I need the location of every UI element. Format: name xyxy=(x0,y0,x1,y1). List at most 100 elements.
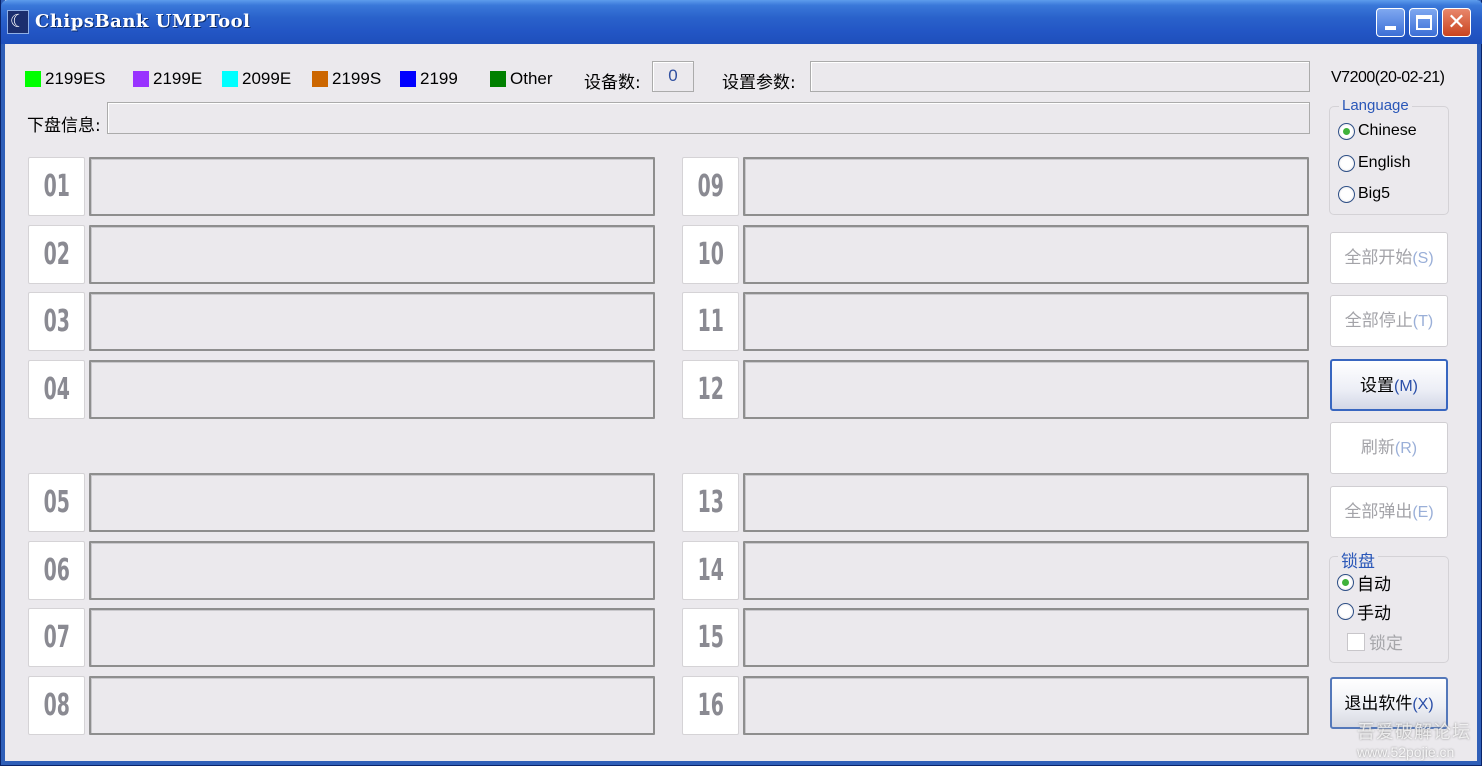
slot-number-10: 10 xyxy=(682,225,739,284)
lock-checkbox[interactable]: 锁定 xyxy=(1347,629,1403,654)
close-icon: ✕ xyxy=(1447,10,1466,35)
slot-status-box-03 xyxy=(89,292,655,351)
settings-params-label: 设置参数: xyxy=(722,73,796,93)
slot-number-02: 02 xyxy=(28,225,85,284)
button-accel: (S) xyxy=(1412,250,1434,267)
language-group-title: Language xyxy=(1339,97,1412,114)
slot-status-box-14 xyxy=(743,541,1309,600)
slot-status-box-10 xyxy=(743,225,1309,284)
slot-number-label: 03 xyxy=(43,304,70,339)
button-accel: (R) xyxy=(1394,440,1418,457)
slot-status-box-02 xyxy=(89,225,655,284)
slot-status-box-11 xyxy=(743,292,1309,351)
slot-status-box-04 xyxy=(89,360,655,419)
slot-status-box-01 xyxy=(89,157,655,216)
watermark-line2: www.52pojie.cn xyxy=(1357,744,1455,760)
button-accel: (E) xyxy=(1412,504,1434,521)
slot-number-06: 06 xyxy=(28,541,85,600)
slot-number-label: 05 xyxy=(43,485,70,520)
slot-number-label: 14 xyxy=(697,553,724,588)
device-count-field: 0 xyxy=(652,61,694,92)
slot-number-label: 07 xyxy=(43,620,70,655)
button-accel: (X) xyxy=(1412,696,1434,713)
radio-label: Chinese xyxy=(1358,122,1417,139)
minimize-icon xyxy=(1385,26,1396,30)
slot-number-16: 16 xyxy=(682,676,739,735)
language-radio-chinese[interactable]: Chinese xyxy=(1338,122,1417,140)
start-all-button[interactable]: 全部开始(S) xyxy=(1330,232,1448,284)
app-window: ☾ ChipsBank UMPTool ✕ 2199ES 2199E 2099E… xyxy=(0,0,1482,766)
legend-swatch xyxy=(133,71,149,87)
checkbox-indicator xyxy=(1347,632,1365,651)
button-label: 全部停止 xyxy=(1344,311,1413,331)
slot-status-box-09 xyxy=(743,157,1309,216)
legend-label: 2199ES xyxy=(45,69,106,88)
title-bar[interactable]: ☾ ChipsBank UMPTool ✕ xyxy=(1,0,1482,44)
language-radio-big5[interactable]: Big5 xyxy=(1338,185,1390,203)
settings-params-field[interactable] xyxy=(810,61,1310,92)
legend-item-2199: 2199 xyxy=(400,68,458,90)
slot-number-label: 12 xyxy=(697,372,724,407)
radio-indicator xyxy=(1337,574,1354,591)
legend-label: Other xyxy=(510,69,553,88)
slot-status-box-13 xyxy=(743,473,1309,532)
radio-label: 自动 xyxy=(1357,575,1391,595)
language-radio-english[interactable]: English xyxy=(1338,154,1410,172)
slot-number-12: 12 xyxy=(682,360,739,419)
slot-number-label: 02 xyxy=(43,237,70,272)
slot-number-label: 01 xyxy=(43,169,70,204)
minimize-button[interactable] xyxy=(1376,8,1405,37)
maximize-icon xyxy=(1416,15,1432,30)
radio-indicator xyxy=(1338,154,1355,172)
version-label: V7200(20-02-21) xyxy=(1331,69,1445,86)
legend-swatch xyxy=(400,71,416,87)
legend-label: 2199S xyxy=(332,69,382,88)
lock-radio-manual[interactable]: 手动 xyxy=(1337,599,1391,624)
window-title: ChipsBank UMPTool xyxy=(35,11,251,32)
slot-number-05: 05 xyxy=(28,473,85,532)
slot-number-label: 06 xyxy=(43,553,70,588)
button-label: 全部弹出 xyxy=(1344,502,1413,522)
refresh-button[interactable]: 刷新(R) xyxy=(1330,422,1448,474)
slot-number-03: 03 xyxy=(28,292,85,351)
settings-button[interactable]: 设置(M) xyxy=(1330,359,1448,411)
radio-indicator xyxy=(1338,122,1355,140)
button-accel: (M) xyxy=(1394,378,1418,395)
slot-status-box-15 xyxy=(743,608,1309,667)
download-info-field[interactable] xyxy=(107,102,1310,134)
radio-label: English xyxy=(1358,154,1411,171)
eject-all-button[interactable]: 全部弹出(E) xyxy=(1330,486,1448,538)
maximize-button[interactable] xyxy=(1409,8,1438,37)
device-count-label: 设备数: xyxy=(584,73,641,93)
legend-swatch xyxy=(25,71,41,87)
legend-item-2099e: 2099E xyxy=(222,68,291,90)
slot-number-01: 01 xyxy=(28,157,85,216)
button-label: 设置 xyxy=(1360,376,1394,396)
download-info-label: 下盘信息: xyxy=(27,116,101,136)
close-button[interactable]: ✕ xyxy=(1442,8,1471,37)
legend-label: 2199E xyxy=(153,69,203,88)
radio-label: 手动 xyxy=(1357,604,1391,624)
legend-item-2199e: 2199E xyxy=(133,68,202,90)
slot-number-11: 11 xyxy=(682,292,739,351)
button-accel: (T) xyxy=(1412,313,1434,330)
slot-number-14: 14 xyxy=(682,541,739,600)
slot-number-label: 08 xyxy=(43,688,70,723)
lock-group-title: 锁盘 xyxy=(1338,547,1378,572)
slot-number-label: 15 xyxy=(697,620,724,655)
slot-status-box-06 xyxy=(89,541,655,600)
slot-number-label: 16 xyxy=(697,688,724,723)
radio-indicator xyxy=(1338,185,1355,203)
radio-indicator xyxy=(1337,603,1354,620)
slot-status-box-16 xyxy=(743,676,1309,735)
radio-label: Big5 xyxy=(1358,185,1391,202)
slot-number-04: 04 xyxy=(28,360,85,419)
legend-swatch xyxy=(312,71,328,87)
slot-status-box-05 xyxy=(89,473,655,532)
legend-item-2199es: 2199ES xyxy=(25,68,106,90)
lock-radio-auto[interactable]: 自动 xyxy=(1337,570,1391,595)
stop-all-button[interactable]: 全部停止(T) xyxy=(1330,295,1448,347)
app-logo-icon: ☾ xyxy=(7,10,29,34)
slot-status-box-12 xyxy=(743,360,1309,419)
legend-item-2199s: 2199S xyxy=(312,68,381,90)
